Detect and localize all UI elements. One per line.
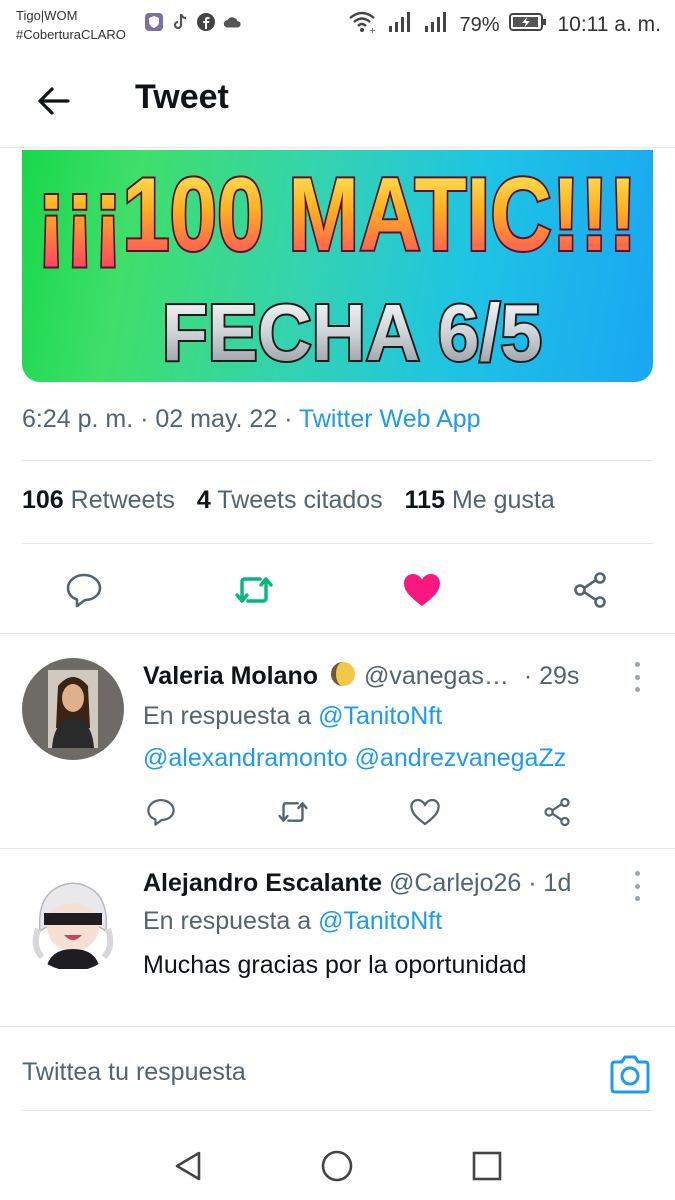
reply-tweet[interactable]: Valeria Molano @vanegas… · 29s En respue… bbox=[0, 634, 675, 847]
reply-mentions[interactable]: @alexandramonto @andrezvanegaZz bbox=[143, 744, 566, 773]
reply-to-label: En respuesta a bbox=[143, 907, 319, 935]
reply-text: Muchas gracias por la oportunidad bbox=[143, 951, 527, 979]
nav-recents-button[interactable] bbox=[463, 1142, 511, 1190]
retweet-icon bbox=[235, 577, 273, 603]
system-navigation-bar bbox=[0, 1130, 675, 1200]
reply-button[interactable] bbox=[60, 566, 108, 614]
tiktok-icon bbox=[170, 12, 190, 32]
share-button[interactable] bbox=[539, 794, 575, 830]
retweets-count: 106 bbox=[22, 486, 64, 514]
reply-header: Alejandro Escalante @Carlejo26 · 1d bbox=[143, 869, 571, 898]
retweet-icon bbox=[278, 802, 308, 822]
share-icon bbox=[574, 572, 606, 608]
avatar[interactable] bbox=[22, 658, 124, 760]
banner-headline: ¡¡¡100 MATIC!!! bbox=[37, 157, 637, 273]
more-options-button[interactable] bbox=[630, 871, 644, 901]
reply-to-user-link[interactable]: @TanitoNft bbox=[318, 907, 442, 935]
reply-to-label: En respuesta a bbox=[143, 702, 319, 730]
heart-icon bbox=[410, 798, 440, 826]
system-indicators: + 79% 10:11 a. m. bbox=[347, 10, 661, 40]
camera-button[interactable] bbox=[608, 1055, 652, 1095]
tweet-date: 02 may. 22 bbox=[155, 405, 278, 433]
reply-button[interactable] bbox=[143, 794, 179, 830]
reply-author-name[interactable]: Valeria Molano bbox=[143, 662, 318, 690]
quotes-label: Tweets citados bbox=[217, 486, 383, 514]
carrier-line2: #CoberturaCLARO bbox=[16, 27, 126, 42]
likes-label: Me gusta bbox=[451, 486, 555, 514]
meta-separator: · bbox=[277, 405, 299, 433]
reply-header: Valeria Molano @vanegas… · 29s bbox=[143, 660, 579, 695]
carrier-line1: Tigo|WOM bbox=[16, 8, 78, 23]
retweets-stat[interactable]: 106 Retweets bbox=[22, 486, 175, 515]
cloud-icon bbox=[222, 12, 242, 32]
status-bar: Tigo|WOM #CoberturaCLARO + 79% 10:11 a. … bbox=[0, 0, 675, 48]
clock-time: 10:11 a. m. bbox=[557, 13, 661, 36]
carrier-label: Tigo|WOM #CoberturaCLARO bbox=[16, 6, 126, 44]
camera-icon bbox=[610, 1055, 650, 1094]
svg-text:+: + bbox=[369, 26, 376, 34]
divider bbox=[22, 1110, 653, 1111]
heart-filled-icon bbox=[404, 574, 440, 606]
likes-count: 115 bbox=[404, 486, 445, 514]
quotes-stat[interactable]: 4 Tweets citados bbox=[197, 486, 383, 515]
tweet-media-image[interactable]: ¡¡¡100 MATIC!!! FECHA 6/5 bbox=[22, 150, 653, 382]
notification-icons bbox=[144, 12, 242, 32]
reply-time: · 29s bbox=[523, 662, 580, 690]
facebook-icon bbox=[196, 12, 216, 32]
shield-app-icon bbox=[144, 12, 164, 32]
reply-author-handle[interactable]: @Carlejo26 bbox=[389, 869, 521, 897]
moon-emoji-icon bbox=[329, 660, 357, 695]
reply-tweet[interactable]: Alejandro Escalante @Carlejo26 · 1d En r… bbox=[0, 849, 675, 1025]
signal-icon-2 bbox=[423, 10, 449, 40]
likes-stat[interactable]: 115 Me gusta bbox=[405, 486, 555, 515]
circle-home-icon bbox=[321, 1150, 353, 1182]
quotes-count: 4 bbox=[196, 486, 211, 514]
banner-subheadline: FECHA 6/5 bbox=[162, 288, 542, 377]
like-button[interactable] bbox=[407, 794, 443, 830]
retweets-label: Retweets bbox=[70, 486, 175, 514]
retweet-button[interactable] bbox=[230, 566, 278, 614]
reply-context: En respuesta a @TanitoNft bbox=[143, 907, 442, 936]
tweet-meta: 6:24 p. m. · 02 may. 22 · Twitter Web Ap… bbox=[22, 405, 481, 434]
reply-compose-input[interactable]: Twittea tu respuesta bbox=[22, 1058, 246, 1087]
signal-icon-1 bbox=[387, 10, 413, 40]
top-app-bar: Tweet bbox=[0, 52, 675, 148]
tweet-time: 6:24 p. m. bbox=[22, 405, 134, 433]
back-button[interactable] bbox=[30, 78, 76, 124]
divider bbox=[22, 460, 653, 461]
reply-icon bbox=[66, 573, 102, 608]
tweet-source-link[interactable]: Twitter Web App bbox=[299, 405, 481, 433]
reply-to-user-link[interactable]: @TanitoNft bbox=[318, 702, 442, 730]
battery-percentage: 79% bbox=[459, 13, 500, 36]
more-options-button[interactable] bbox=[630, 662, 644, 692]
reply-context: En respuesta a @TanitoNft bbox=[143, 702, 442, 731]
battery-charging-icon bbox=[509, 12, 547, 38]
avatar[interactable] bbox=[22, 869, 124, 971]
reply-author-name[interactable]: Alejandro Escalante bbox=[143, 869, 382, 897]
share-icon bbox=[544, 797, 570, 827]
tweet-action-bar bbox=[0, 560, 675, 620]
reply-time: · 1d bbox=[528, 869, 572, 897]
like-button[interactable] bbox=[398, 566, 446, 614]
nav-back-button[interactable] bbox=[164, 1142, 212, 1190]
nav-home-button[interactable] bbox=[313, 1142, 361, 1190]
page-title: Tweet bbox=[135, 78, 229, 116]
square-recents-icon bbox=[472, 1151, 502, 1181]
reply-icon bbox=[147, 799, 175, 826]
share-button[interactable] bbox=[566, 566, 614, 614]
triangle-back-icon bbox=[175, 1151, 201, 1181]
retweet-button[interactable] bbox=[275, 794, 311, 830]
wifi-icon: + bbox=[347, 10, 377, 40]
back-arrow-icon bbox=[38, 87, 70, 115]
reply-author-handle[interactable]: @vanegas… bbox=[364, 662, 509, 690]
meta-separator: · bbox=[133, 405, 156, 433]
divider bbox=[0, 1026, 675, 1027]
tweet-stats: 106 Retweets 4 Tweets citados 115 Me gus… bbox=[22, 486, 555, 515]
divider bbox=[22, 543, 653, 544]
